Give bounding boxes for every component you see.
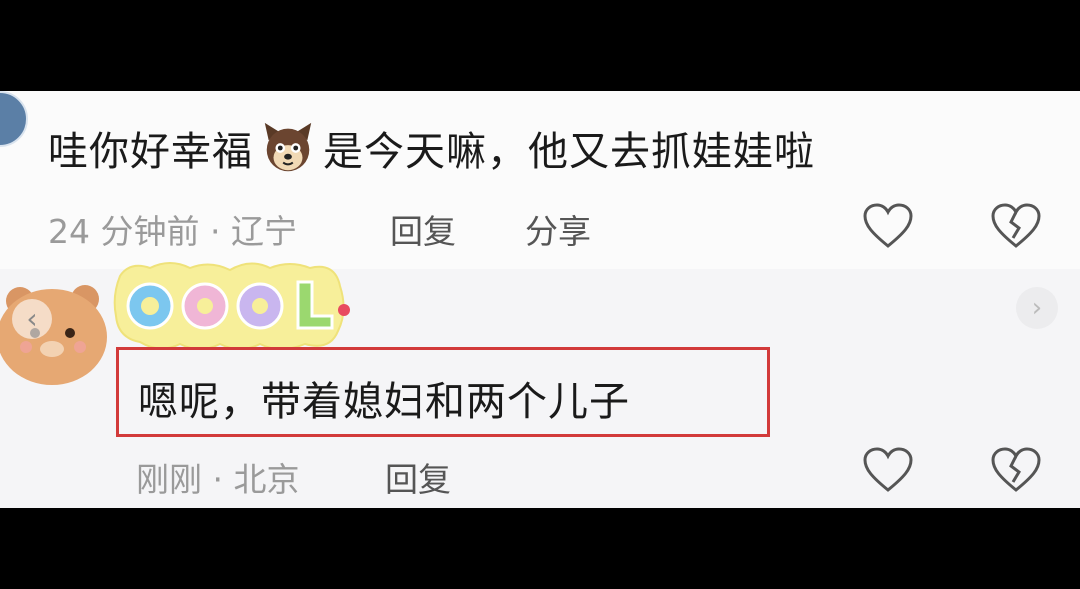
comment-section: 哇你好幸福 是今天嘛，他又去抓娃娃啦 24 分钟前 · 辽宁 回复 分享 ‹ ›… [0, 91, 1080, 508]
reply-location: 北京 [233, 460, 300, 499]
reply-time: 刚刚 [136, 460, 202, 499]
meta-separator: · [209, 212, 231, 251]
reply-button[interactable]: 回复 [385, 453, 451, 501]
reply-text: 嗯呢，带着媳妇和两个儿子 [138, 379, 630, 425]
heart-icon[interactable] [862, 446, 914, 494]
meta-separator: · [212, 460, 234, 499]
chevron-left-icon[interactable]: ‹ [12, 299, 52, 339]
share-button[interactable]: 分享 [525, 205, 591, 253]
reply-button[interactable]: 回复 [390, 205, 456, 253]
avatar[interactable] [0, 91, 28, 147]
comment-meta: 24 分钟前 · 辽宁 [48, 205, 297, 253]
heart-icon[interactable] [862, 202, 914, 250]
reply-meta: 刚刚 · 北京 [136, 453, 299, 501]
cool-sticker [113, 262, 350, 350]
broken-heart-icon[interactable] [990, 202, 1042, 250]
comment-text: 哇你好幸福 是今天嘛，他又去抓娃娃啦 [48, 119, 815, 177]
comment-text-part1: 哇你好幸福 [48, 129, 253, 175]
comment-time: 24 分钟前 [48, 212, 200, 251]
comment-location: 辽宁 [230, 212, 297, 251]
comment-text-part2: 是今天嘛，他又去抓娃娃啦 [323, 129, 815, 175]
chevron-right-icon[interactable]: › [1016, 287, 1058, 329]
dog-emoji-icon [264, 122, 312, 172]
broken-heart-icon[interactable] [990, 446, 1042, 494]
